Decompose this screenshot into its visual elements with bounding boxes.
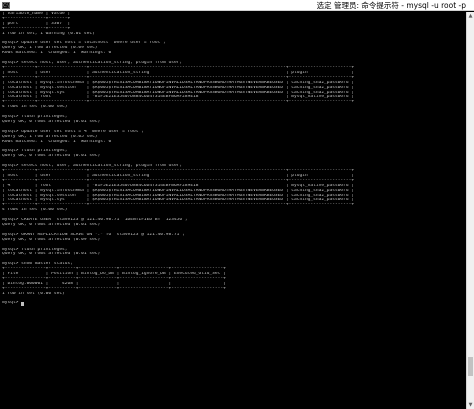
vertical-scrollbar[interactable]: ▲ ▼ [466,12,474,409]
terminal-icon: C:\ [2,2,10,9]
down-arrow-icon[interactable]: ▼ [467,401,474,409]
console-output[interactable]: | Variable_name | Value | +--------------… [2,12,464,408]
text-cursor [21,302,25,307]
command-prompt-window: C:\ 选定 管理员: 命令提示符 - mysql -u root -p | V… [0,0,474,409]
window-title: 选定 管理员: 命令提示符 - mysql -u root -p [316,0,466,10]
console-line: mysql> [2,301,464,307]
title-bar[interactable]: C:\ 选定 管理员: 命令提示符 - mysql -u root -p [0,0,474,11]
up-arrow-icon[interactable]: ▲ [467,12,474,20]
scrollbar-thumb[interactable] [468,356,473,376]
